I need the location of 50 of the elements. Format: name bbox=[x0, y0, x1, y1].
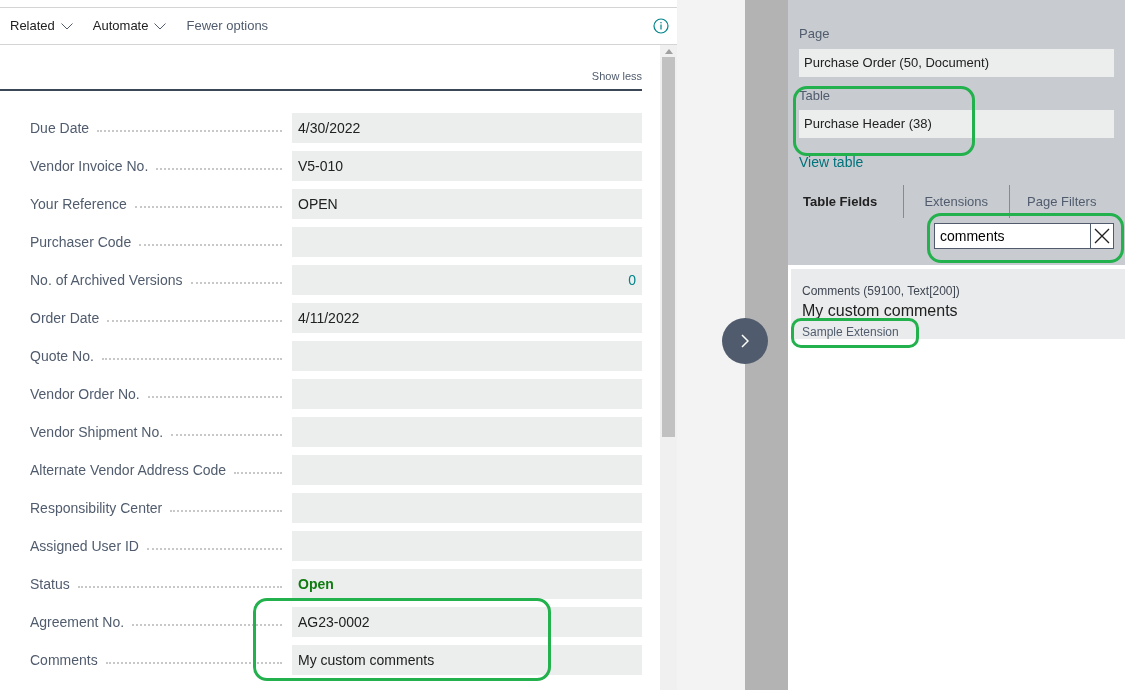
field-value[interactable]: AG23-0002 bbox=[292, 607, 642, 637]
tab[interactable]: Page Filters bbox=[1009, 191, 1114, 212]
chevron-down-icon bbox=[154, 22, 167, 30]
field-result-card[interactable]: Comments (59100, Text[200]) My custom comments Sample Extension bbox=[791, 269, 1125, 339]
chevron-down-icon bbox=[60, 22, 73, 30]
scrollbar-thumb[interactable] bbox=[662, 57, 675, 437]
close-icon bbox=[1094, 228, 1110, 244]
field-label: Order Date bbox=[30, 308, 100, 328]
field-label: Vendor Invoice No. bbox=[30, 156, 149, 176]
field-label: Alternate Vendor Address Code bbox=[30, 460, 227, 480]
field-value[interactable]: Open bbox=[292, 569, 642, 599]
page-label: Page bbox=[799, 25, 831, 43]
menu-button[interactable]: Related bbox=[10, 16, 73, 36]
field-label: Vendor Order No. bbox=[30, 384, 140, 404]
table-value: Purchase Header (38) bbox=[799, 110, 1114, 138]
tab[interactable]: Extensions bbox=[904, 191, 1009, 212]
field-label: No. of Archived Versions bbox=[30, 270, 183, 290]
show-less-link[interactable]: Show less bbox=[591, 67, 642, 84]
info-icon[interactable] bbox=[653, 18, 669, 34]
tab[interactable]: Table Fields bbox=[799, 191, 903, 212]
field-label: Assigned User ID bbox=[30, 536, 139, 556]
field-label: Purchaser Code bbox=[30, 232, 132, 252]
field-value[interactable]: 4/30/2022 bbox=[292, 113, 642, 143]
scrollbar[interactable] bbox=[660, 45, 677, 690]
field-label: Due Date bbox=[30, 118, 90, 138]
menu-button[interactable]: Automate bbox=[92, 16, 167, 36]
field-label: Agreement No. bbox=[30, 612, 125, 632]
field-label: Vendor Shipment No. bbox=[30, 422, 164, 442]
search-field[interactable]: comments bbox=[934, 223, 1090, 249]
field-value: My custom comments bbox=[802, 302, 958, 319]
field-value[interactable]: 0 bbox=[292, 265, 642, 295]
field-label: Responsibility Center bbox=[30, 498, 163, 518]
field-label: Quote No. bbox=[30, 346, 94, 366]
view-table-link[interactable]: View table bbox=[799, 154, 864, 170]
field-label: Status bbox=[30, 574, 70, 594]
table-label: Table bbox=[799, 86, 832, 105]
clear-button[interactable] bbox=[1090, 223, 1114, 249]
extension-name: Sample Extension bbox=[802, 325, 899, 339]
field-label: Your Reference bbox=[30, 194, 127, 214]
field-value[interactable]: OPEN bbox=[292, 189, 642, 219]
fewer-options-link[interactable]: Fewer options bbox=[186, 16, 269, 36]
collapse-button[interactable] bbox=[722, 318, 768, 364]
field-value[interactable]: V5-010 bbox=[292, 151, 642, 181]
page-value: Purchase Order (50, Document) bbox=[799, 48, 1114, 77]
field-label: Comments bbox=[30, 650, 98, 670]
chevron-right-icon bbox=[741, 334, 749, 348]
field-value[interactable]: My custom comments bbox=[292, 645, 642, 675]
field-value[interactable]: 4/11/2022 bbox=[292, 303, 642, 333]
field-name: Comments (59100, Text[200]) bbox=[802, 284, 960, 298]
scroll-up-icon[interactable] bbox=[664, 49, 673, 54]
